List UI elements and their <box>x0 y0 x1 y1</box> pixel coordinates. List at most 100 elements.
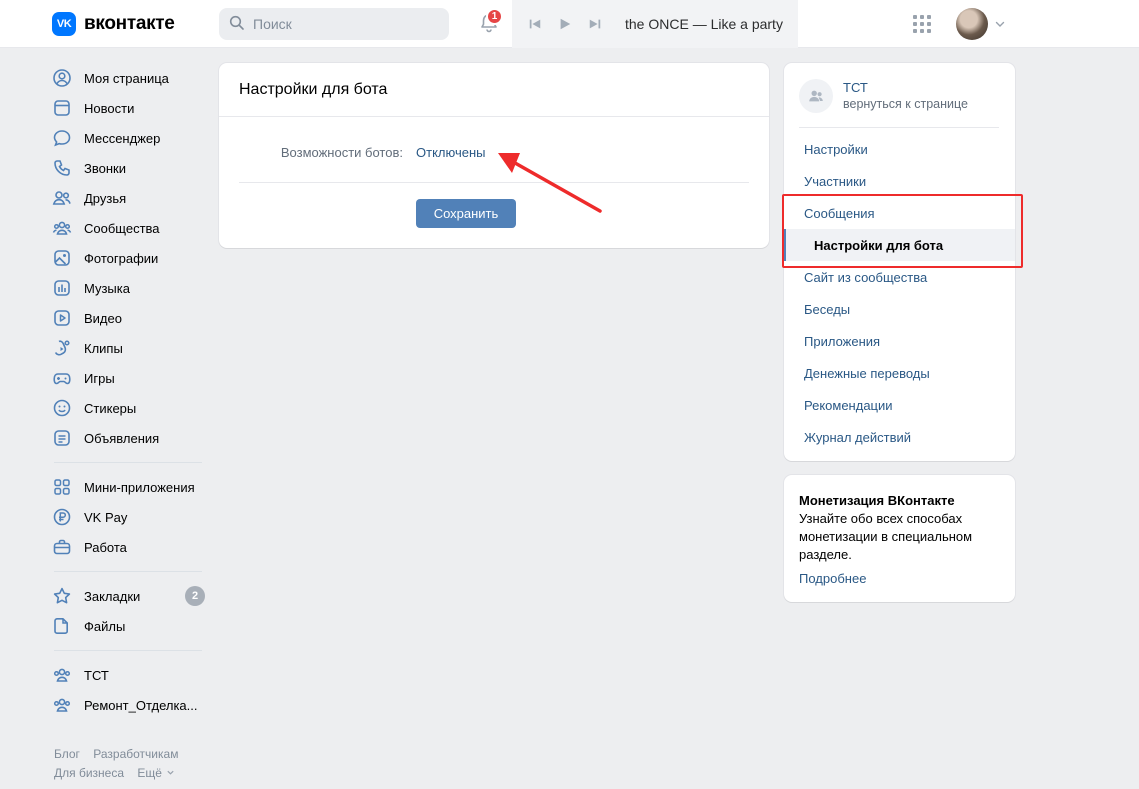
sidebar-item-label: Стикеры <box>84 400 137 416</box>
audio-player: the ONCE — Like a party <box>512 0 798 48</box>
chevron-down-icon[interactable] <box>994 18 1006 30</box>
ads-icon <box>52 428 72 448</box>
back-to-page-link[interactable]: вернуться к странице <box>843 96 968 112</box>
bot-capabilities-label: Возможности ботов: <box>280 145 403 160</box>
sidebar-item-group1-1[interactable]: Новости <box>52 93 212 123</box>
footer-link-developers[interactable]: Разработчикам <box>93 747 178 761</box>
sidebar-item-label: Клипы <box>84 340 123 356</box>
star-icon <box>52 586 72 606</box>
sidebar-item-group3-0[interactable]: Закладки 2 <box>52 581 212 611</box>
sidebar-item-label: Фотографии <box>84 250 159 266</box>
sidebar-item-label: Закладки <box>84 588 141 604</box>
community-menu-item-0[interactable]: Настройки <box>784 133 1015 165</box>
sidebar-item-group1-11[interactable]: Стикеры <box>52 393 212 423</box>
profile-avatar[interactable] <box>956 8 988 40</box>
community-menu-item-2[interactable]: Сообщения <box>784 197 1015 229</box>
community-menu-item-9[interactable]: Журнал действий <box>784 421 1015 453</box>
search-icon <box>229 15 245 34</box>
bookmarks-count-badge: 2 <box>185 586 205 606</box>
nav-divider <box>54 462 202 463</box>
page-title: Настройки для бота <box>219 63 769 117</box>
top-bar: VK вконтакте Поиск 1 the ONCE — Like a p… <box>0 0 1139 48</box>
sticker-icon <box>52 398 72 418</box>
track-title[interactable]: the ONCE — Like a party <box>625 16 783 32</box>
search-input[interactable]: Поиск <box>219 8 449 40</box>
sidebar-item-group1-0[interactable]: Моя страница <box>52 63 212 93</box>
sidebar-item-group1-2[interactable]: Мессенджер <box>52 123 212 153</box>
community-menu-item-3[interactable]: Настройки для бота <box>784 229 1015 261</box>
sidebar-item-group1-12[interactable]: Объявления <box>52 423 212 453</box>
sidebar-item-group1-5[interactable]: Сообщества <box>52 213 212 243</box>
footer-link-blog[interactable]: Блог <box>54 747 80 761</box>
sidebar-item-group1-8[interactable]: Видео <box>52 303 212 333</box>
sidebar-item-group1-10[interactable]: Игры <box>52 363 212 393</box>
sidebar-item-group1-9[interactable]: Клипы <box>52 333 212 363</box>
vk-logo-text: вконтакте <box>84 13 175 34</box>
community-menu-item-6[interactable]: Приложения <box>784 325 1015 357</box>
community-header[interactable]: ТСТ вернуться к странице <box>799 79 968 113</box>
nav-divider <box>54 650 202 651</box>
sidebar-item-label: ТСТ <box>84 667 109 683</box>
nav-divider <box>54 571 202 572</box>
sidebar-item-group4-1[interactable]: Ремонт_Отделка... <box>52 690 212 720</box>
user-circle-icon <box>52 68 72 88</box>
news-icon <box>52 98 72 118</box>
sidebar-item-label: Объявления <box>84 430 160 446</box>
bot-capabilities-value[interactable]: Отключены <box>416 145 485 160</box>
monetization-promo: Монетизация ВКонтакте Узнайте обо всех с… <box>784 475 1015 602</box>
next-track-button[interactable] <box>587 16 603 32</box>
message-icon <box>52 128 72 148</box>
sidebar-item-group3-1[interactable]: Файлы <box>52 611 212 641</box>
community-icon <box>809 90 823 102</box>
briefcase-icon <box>52 537 72 557</box>
sidebar-item-label: Новости <box>84 100 135 116</box>
grid-icon <box>52 477 72 497</box>
community-menu-item-1[interactable]: Участники <box>784 165 1015 197</box>
sidebar-item-group1-4[interactable]: Друзья <box>52 183 212 213</box>
sidebar-item-group2-2[interactable]: Работа <box>52 532 212 562</box>
gamepad-icon <box>52 368 72 388</box>
promo-text: Узнайте обо всех способах монетизации в … <box>799 511 973 562</box>
previous-icon <box>529 19 541 29</box>
sidebar-item-label: Моя страница <box>84 70 169 86</box>
divider <box>799 127 999 128</box>
sidebar-item-label: Сообщества <box>84 220 160 236</box>
sidebar-item-group1-7[interactable]: Музыка <box>52 273 212 303</box>
footer-link-business[interactable]: Для бизнеса <box>54 766 124 780</box>
community-menu-item-4[interactable]: Сайт из сообщества <box>784 261 1015 293</box>
ruble-icon <box>52 507 72 527</box>
play-button[interactable] <box>557 16 573 32</box>
sidebar-item-label: Файлы <box>84 618 126 634</box>
apps-grid-icon[interactable] <box>913 15 931 33</box>
sidebar-item-label: Друзья <box>84 190 127 206</box>
previous-track-button[interactable] <box>527 16 543 32</box>
vk-logo-icon: VK <box>52 12 76 36</box>
sidebar-item-label: Ремонт_Отделка... <box>84 697 198 713</box>
video-icon <box>52 308 72 328</box>
community-menu-item-5[interactable]: Беседы <box>784 293 1015 325</box>
community-menu-item-7[interactable]: Денежные переводы <box>784 357 1015 389</box>
search-placeholder: Поиск <box>253 16 292 32</box>
footer-more-label: Ещё <box>137 766 162 780</box>
sidebar-item-group1-3[interactable]: Звонки <box>52 153 212 183</box>
next-icon <box>589 19 601 29</box>
sidebar-item-group2-0[interactable]: Мини-приложения <box>52 472 212 502</box>
sidebar-item-group1-6[interactable]: Фотографии <box>52 243 212 273</box>
community-avatar <box>799 79 833 113</box>
sidebar-item-label: Видео <box>84 310 122 326</box>
clips-icon <box>52 338 72 358</box>
play-icon <box>560 18 571 30</box>
community-menu-item-8[interactable]: Рекомендации <box>784 389 1015 421</box>
communities-icon <box>52 218 72 238</box>
footer-link-more[interactable]: Ещё <box>137 766 175 780</box>
chevron-down-icon <box>167 770 174 775</box>
footer-links: Блог Разработчикам Для бизнеса Ещё <box>54 745 214 783</box>
promo-more-link[interactable]: Подробнее <box>799 570 1000 588</box>
sidebar-item-label: Звонки <box>84 160 126 176</box>
sidebar-item-group2-1[interactable]: VK Pay <box>52 502 212 532</box>
vk-logo[interactable]: VK вконтакте <box>52 12 175 36</box>
sidebar-item-label: Музыка <box>84 280 130 296</box>
friends-icon <box>52 188 72 208</box>
sidebar-item-group4-0[interactable]: ТСТ <box>52 660 212 690</box>
left-sidebar: Моя страница Новости Мессенджер Звонки Друзь… <box>52 63 212 720</box>
